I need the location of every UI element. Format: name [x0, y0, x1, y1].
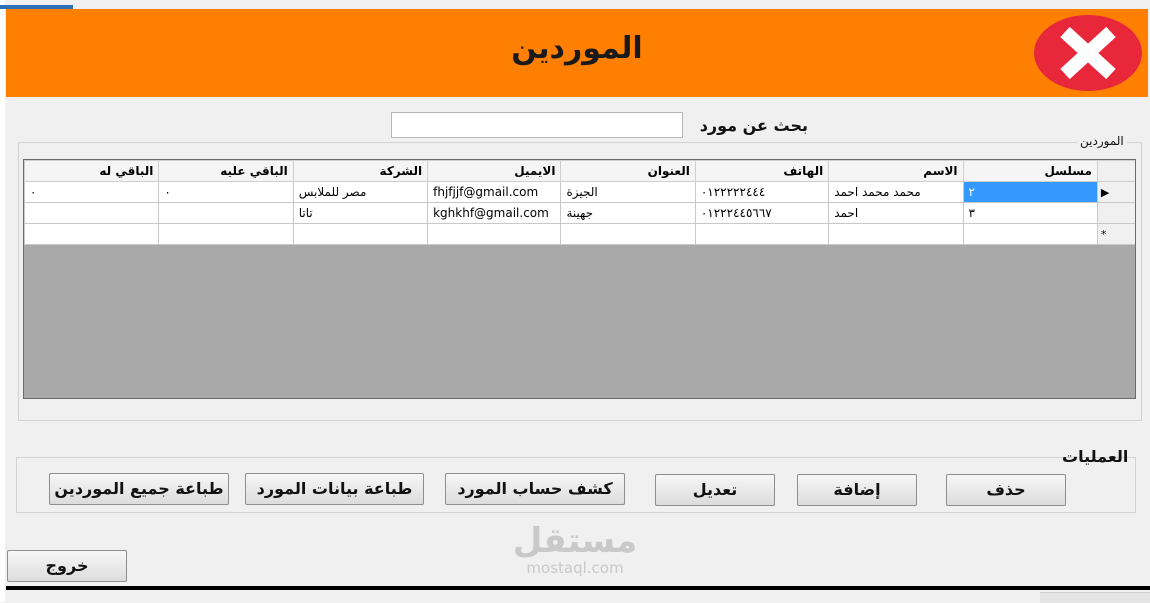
cell-company[interactable]: مصر للملابس	[292, 181, 429, 203]
cell-phone[interactable]	[694, 223, 830, 245]
search-input[interactable]	[391, 112, 683, 138]
print-supplier-button[interactable]: طباعة بيانات المورد	[245, 473, 424, 505]
bottom-border	[6, 586, 1150, 590]
column-header-email[interactable]: الايميل	[427, 160, 562, 182]
cell-company[interactable]	[292, 223, 429, 245]
cell-remaining-owed[interactable]	[158, 223, 294, 245]
watermark-domain: mostaql.com	[526, 559, 624, 577]
operations-label: العمليات	[1062, 447, 1129, 466]
cell-address[interactable]	[560, 223, 696, 245]
cell-address[interactable]: جهينة	[560, 202, 696, 224]
column-header-remaining-due[interactable]: الباقي له	[24, 160, 160, 182]
cell-address[interactable]: الجيزة	[560, 181, 696, 203]
title-bar: الموردين	[6, 9, 1148, 97]
cell-phone[interactable]: ٠١٢٢٢٢٢٤٤٤	[694, 181, 830, 203]
cell-email[interactable]: kghkhf@gmail.com	[427, 202, 562, 224]
cell-remaining-owed[interactable]	[158, 202, 294, 224]
cell-remaining-owed[interactable]: ٠	[158, 181, 294, 203]
table-row[interactable]: ▶ ٢ محمد محمد احمد ٠١٢٢٢٢٢٤٤٤ الجيزة fhj…	[24, 181, 1135, 203]
cell-remaining-due[interactable]: ٠	[24, 181, 160, 203]
suppliers-group-label: الموردين	[1077, 134, 1127, 148]
cell-serial[interactable]	[962, 223, 1098, 245]
horizontal-scrollbar[interactable]	[1040, 592, 1150, 603]
supplier-statement-button[interactable]: كشف حساب المورد	[445, 473, 625, 505]
new-row[interactable]: *	[24, 223, 1135, 245]
column-header-company[interactable]: الشركة	[292, 160, 429, 182]
row-indicator[interactable]: *	[1096, 223, 1135, 245]
search-label: بحث عن مورد	[699, 116, 808, 135]
suppliers-grid[interactable]: مسلسل الاسم الهاتف العنوان الايميل الشرك…	[23, 159, 1136, 399]
add-button[interactable]: إضافة	[797, 474, 917, 506]
cell-remaining-due[interactable]	[24, 202, 160, 224]
column-header-serial[interactable]: مسلسل	[962, 160, 1098, 182]
watermark-brand: مستقل	[512, 521, 638, 561]
row-header-corner	[1096, 160, 1135, 182]
delete-button[interactable]: حذف	[946, 474, 1066, 506]
cell-serial[interactable]: ٣	[962, 202, 1098, 224]
column-header-remaining-owed[interactable]: الباقي عليه	[158, 160, 294, 182]
close-icon	[1034, 15, 1142, 91]
suppliers-table: مسلسل الاسم الهاتف العنوان الايميل الشرك…	[24, 160, 1135, 245]
cell-name[interactable]: احمد	[828, 202, 964, 224]
table-row[interactable]: ٣ احمد ٠١٢٢٢٤٤٥٦٦٧ جهينة kghkhf@gmail.co…	[24, 202, 1135, 224]
cell-name[interactable]	[828, 223, 964, 245]
left-window-edge	[0, 0, 5, 602]
row-indicator[interactable]	[1096, 202, 1135, 224]
cell-phone[interactable]: ٠١٢٢٢٤٤٥٦٦٧	[694, 202, 830, 224]
column-header-phone[interactable]: الهاتف	[694, 160, 830, 182]
row-indicator[interactable]: ▶	[1096, 181, 1135, 203]
page-title: الموردين	[511, 31, 643, 66]
edit-button[interactable]: تعديل	[655, 474, 775, 506]
exit-button[interactable]: خروج	[7, 550, 127, 582]
cell-company[interactable]: تاتا	[292, 202, 429, 224]
print-all-suppliers-button[interactable]: طباعة جميع الموردين	[49, 473, 229, 505]
watermark: مستقل mostaql.com	[505, 522, 645, 576]
cell-remaining-due[interactable]	[24, 223, 160, 245]
cell-serial[interactable]: ٢	[962, 181, 1098, 203]
cell-name[interactable]: محمد محمد احمد	[828, 181, 964, 203]
close-button[interactable]	[1032, 14, 1144, 92]
cell-email[interactable]	[427, 223, 562, 245]
column-header-address[interactable]: العنوان	[560, 160, 696, 182]
cell-email[interactable]: fhjfjjf@gmail.com	[427, 181, 562, 203]
column-header-name[interactable]: الاسم	[828, 160, 964, 182]
